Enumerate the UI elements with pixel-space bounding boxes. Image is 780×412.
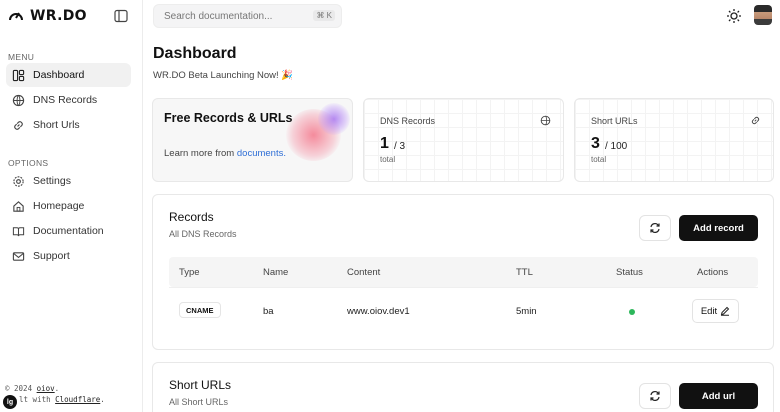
logo[interactable]: WR.DO xyxy=(8,8,87,24)
record-name: ba xyxy=(263,306,274,317)
lg-badge[interactable]: lg xyxy=(3,395,17,409)
sidebar-item-label: DNS Records xyxy=(33,94,98,106)
sidebar-toggle-icon[interactable] xyxy=(114,9,128,23)
free-card-title: Free Records & URLs xyxy=(164,111,293,125)
sidebar-item-label: Homepage xyxy=(33,200,85,212)
sidebar-item-support[interactable]: Support xyxy=(6,244,131,268)
stat-label: DNS Records xyxy=(380,116,436,126)
menu-section-label: MENU xyxy=(8,52,35,62)
documents-link[interactable]: documents. xyxy=(237,148,286,159)
column-header: Status xyxy=(616,267,643,278)
column-header: Content xyxy=(347,267,381,278)
sidebar: WR.DO MENU Dashboard DNS Records Short U… xyxy=(0,0,143,412)
globe-icon xyxy=(540,115,551,126)
stat-total-label: total xyxy=(380,155,396,164)
sidebar-item-documentation[interactable]: Documentation xyxy=(6,219,131,243)
sidebar-item-dashboard[interactable]: Dashboard xyxy=(6,63,131,87)
sidebar-item-label: Dashboard xyxy=(33,69,85,81)
refresh-records-button[interactable] xyxy=(639,215,671,241)
decorative-blob xyxy=(318,103,350,135)
sun-icon[interactable] xyxy=(726,8,742,24)
avatar[interactable] xyxy=(754,5,772,25)
records-title: Records xyxy=(169,210,214,224)
logo-icon xyxy=(9,12,23,21)
globe-icon xyxy=(12,94,25,106)
short-urls-title: Short URLs xyxy=(169,378,232,392)
divider xyxy=(169,287,758,288)
stat-label: Short URLs xyxy=(591,116,638,126)
page-subtitle: WR.DO Beta Launching Now! 🎉 xyxy=(153,70,294,81)
stat-value: 1 xyxy=(380,135,389,152)
mail-icon xyxy=(12,251,25,261)
record-content: www.oiov.dev1 xyxy=(347,306,410,317)
refresh-icon xyxy=(650,391,660,401)
short-urls-stat-card: Short URLs 3 / 100 total xyxy=(574,98,774,182)
footer-cloudflare-link[interactable]: Cloudflare xyxy=(55,395,100,404)
column-header: Type xyxy=(179,267,200,278)
record-ttl: 5min xyxy=(516,306,537,317)
sidebar-item-label: Settings xyxy=(33,175,71,187)
sidebar-item-short-urls[interactable]: Short Urls xyxy=(6,113,131,137)
edit-label: Edit xyxy=(700,305,718,317)
sidebar-item-settings[interactable]: Settings xyxy=(6,169,131,193)
column-header: Actions xyxy=(697,267,729,278)
sidebar-item-homepage[interactable]: Homepage xyxy=(6,194,131,218)
pencil-icon xyxy=(721,306,730,316)
free-records-card: Free Records & URLs Learn more from docu… xyxy=(152,98,353,182)
column-header: TTL xyxy=(516,267,533,278)
page-title: Dashboard xyxy=(153,45,237,62)
stat-limit: / 100 xyxy=(605,141,628,152)
options-section-label: OPTIONS xyxy=(8,158,49,168)
dns-records-stat-card: DNS Records 1 / 3 total xyxy=(363,98,564,182)
refresh-icon xyxy=(650,223,660,233)
footer-author-link[interactable]: oiov xyxy=(37,384,55,393)
search-input[interactable]: Search documentation... ⌘ K xyxy=(153,4,342,28)
search-shortcut: ⌘ K xyxy=(313,10,335,21)
footer-built-with: lt with Cloudflare. xyxy=(19,395,105,404)
status-active-dot xyxy=(629,309,635,315)
search-placeholder: Search documentation... xyxy=(164,10,273,22)
edit-record-button[interactable]: Edit xyxy=(692,299,739,323)
stat-limit: / 3 xyxy=(394,141,406,152)
stat-value: 3 xyxy=(591,135,600,152)
records-table-header: Type Name Content TTL Status Actions xyxy=(169,257,758,287)
free-card-learn-more: Learn more from documents. xyxy=(164,148,286,159)
footer-copyright: © 2024 oiov. xyxy=(5,384,60,393)
stat-total-label: total xyxy=(591,155,607,164)
sidebar-item-label: Short Urls xyxy=(33,119,80,131)
logo-text: WR.DO xyxy=(30,8,87,24)
records-card: Records All DNS Records Add record Type … xyxy=(152,194,774,350)
dashboard-icon xyxy=(12,69,25,81)
add-record-button[interactable]: Add record xyxy=(679,215,758,241)
gear-icon xyxy=(13,175,24,187)
column-header: Name xyxy=(263,267,289,278)
records-subtitle: All DNS Records xyxy=(169,229,237,239)
book-icon xyxy=(12,226,25,236)
link-icon xyxy=(14,120,23,130)
short-urls-subtitle: All Short URLs xyxy=(169,397,229,407)
add-url-button[interactable]: Add url xyxy=(679,383,758,409)
record-type-badge: CNAME xyxy=(179,302,221,318)
refresh-urls-button[interactable] xyxy=(639,383,671,409)
sidebar-item-label: Support xyxy=(33,250,70,262)
sidebar-item-dns-records[interactable]: DNS Records xyxy=(6,88,131,112)
short-urls-card: Short URLs All Short URLs Add url xyxy=(152,362,774,412)
link-icon xyxy=(751,116,760,125)
home-icon xyxy=(13,200,24,212)
sidebar-item-label: Documentation xyxy=(33,225,104,237)
